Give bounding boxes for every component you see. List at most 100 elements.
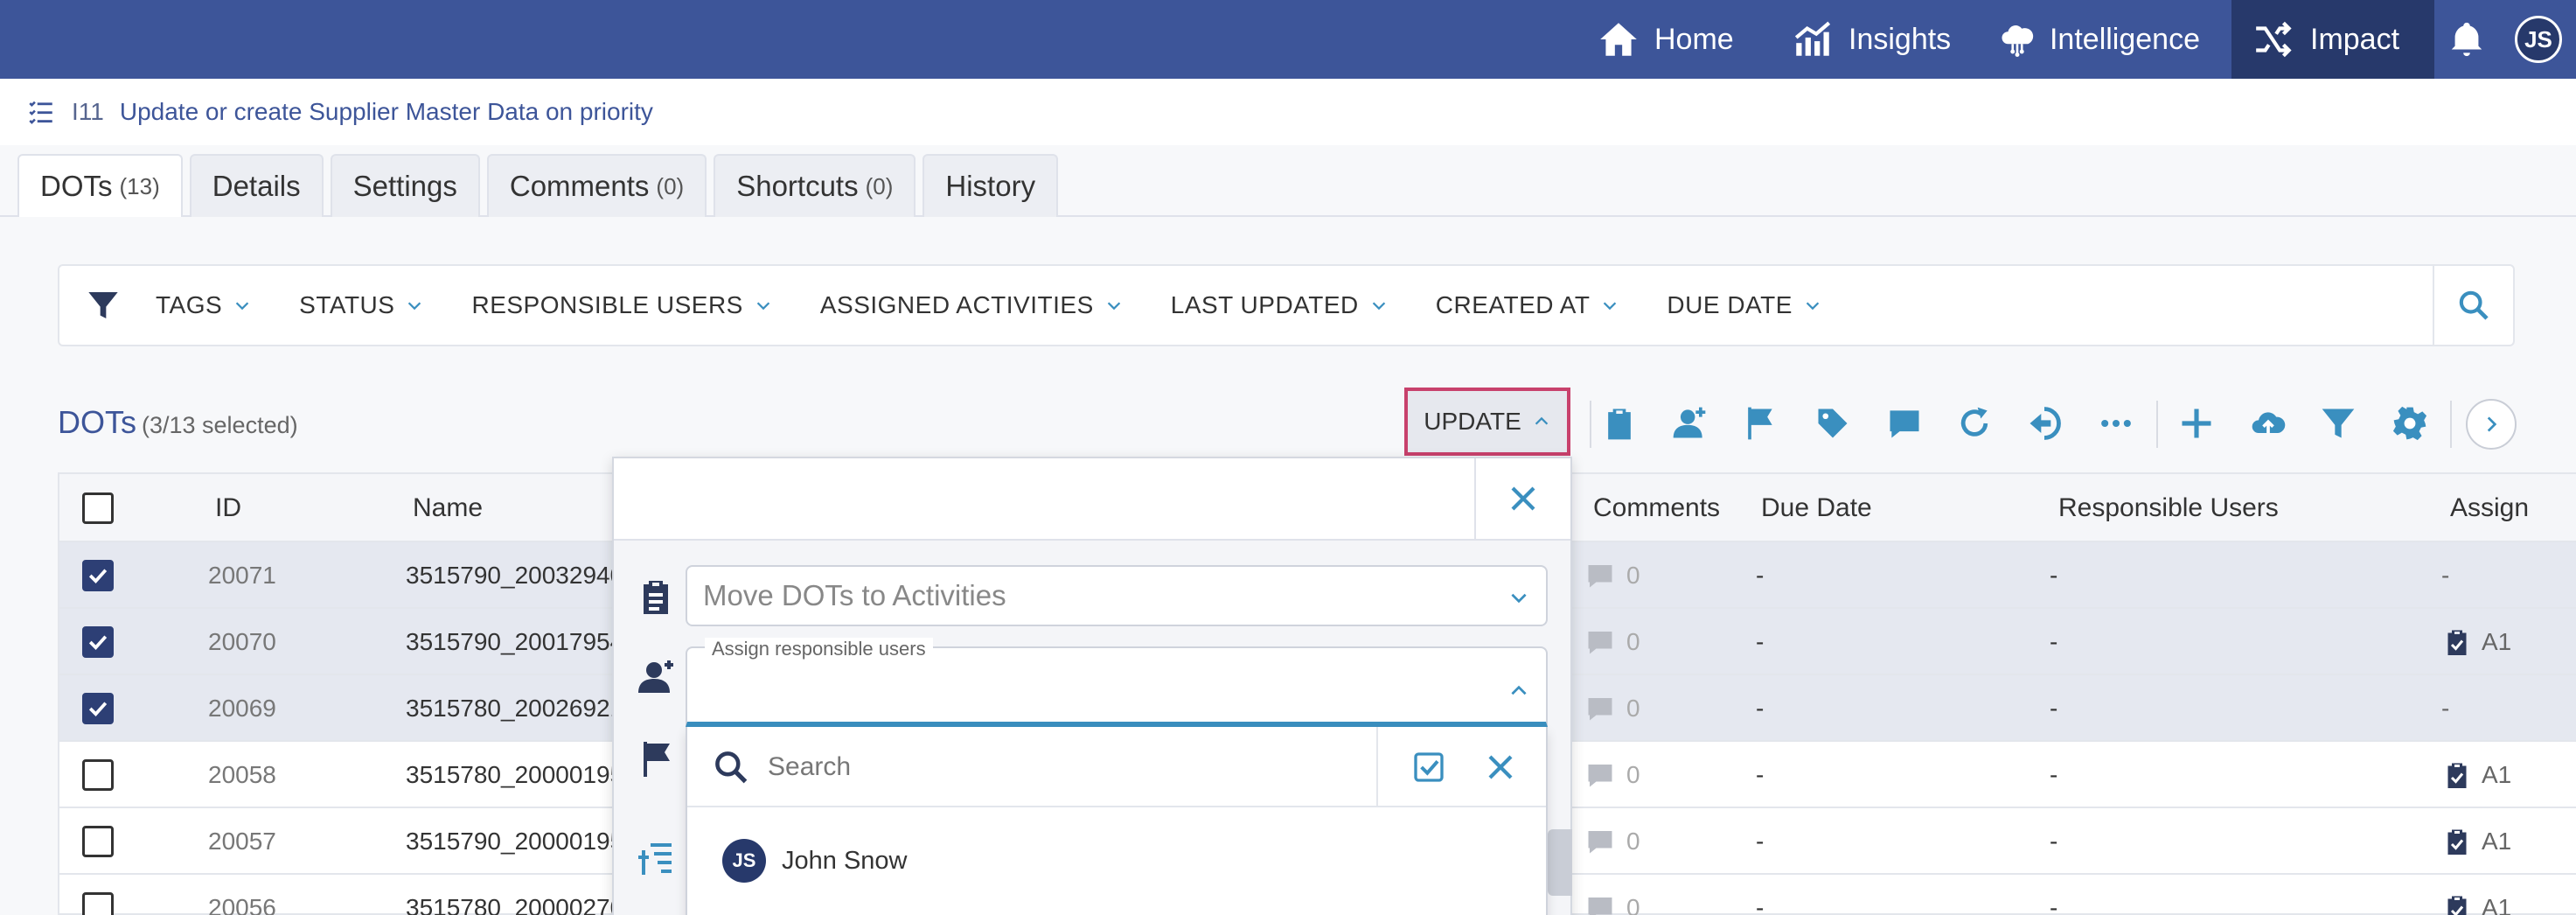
toolbar-next-button[interactable] [2466, 399, 2517, 450]
check-icon [88, 569, 108, 583]
comment-icon [1588, 698, 1612, 721]
cell-comments: 0 [1584, 808, 1640, 875]
row-checkbox[interactable] [82, 892, 114, 915]
search-icon [2459, 290, 2489, 320]
popup-action-button[interactable] [1548, 829, 1572, 896]
plus-icon[interactable] [2177, 404, 2216, 443]
cell-comments: 0 [1584, 742, 1640, 808]
chevron-right-icon [2487, 416, 2497, 432]
popup-close-button[interactable] [1474, 458, 1570, 539]
close-icon [1511, 486, 1535, 511]
col-assigned[interactable]: Assign [2450, 474, 2529, 542]
users-icon [638, 660, 673, 693]
nav-impact-label: Impact [2310, 22, 2400, 56]
tab-details[interactable]: Details [189, 154, 324, 217]
refresh-icon[interactable] [1955, 404, 1994, 443]
cell-assigned: A1 [2441, 875, 2511, 915]
filter-assigned-activities[interactable]: ASSIGNED ACTIVITIES [820, 291, 1124, 319]
cell-assigned: A1 [2441, 742, 2511, 808]
chevron-down-icon [756, 302, 770, 311]
dots-title: DOTs (3/13 selected) [58, 404, 298, 440]
row-checkbox[interactable] [82, 560, 114, 591]
tab-dots[interactable]: DOTs (13) [17, 154, 183, 217]
clipboard-icon[interactable] [1600, 404, 1639, 443]
nav-home[interactable]: Home [1597, 0, 1763, 79]
clear-icon[interactable] [1485, 751, 1516, 783]
cell-name: 3515790_20032940 [406, 562, 624, 589]
nav-insights-label: Insights [1848, 22, 1952, 56]
move-to-activities-select[interactable]: Move DOTs to Activities [686, 565, 1548, 626]
top-nav: Home Insights Intelligence Impact JS [0, 0, 2576, 79]
tag-icon[interactable] [1814, 404, 1852, 443]
check-icon [88, 702, 108, 716]
comment-icon [1588, 831, 1612, 854]
update-button[interactable]: UPDATE [1404, 388, 1570, 456]
flag-icon[interactable] [1740, 404, 1779, 443]
col-name[interactable]: Name [413, 474, 483, 542]
nav-intelligence[interactable]: Intelligence [1999, 0, 2200, 79]
chevron-down-icon [1372, 302, 1385, 311]
export-icon[interactable] [2025, 404, 2064, 443]
tab-bar: DOTs (13) Details Settings Comments (0) Sh… [17, 154, 1065, 217]
col-id[interactable]: ID [215, 474, 241, 542]
cell-responsible: - [2050, 894, 2058, 915]
filter-tags[interactable]: TAGS [156, 291, 252, 319]
clipboard-check-icon [2447, 896, 2467, 915]
assign-user-icon[interactable] [1670, 404, 1709, 443]
cell-comments: 0 [1584, 875, 1640, 915]
breadcrumb-title: Update or create Supplier Master Data on… [119, 98, 653, 125]
col-due-date[interactable]: Due Date [1761, 474, 1872, 542]
clipboard-check-icon [2447, 829, 2467, 855]
cell-due-date: - [1756, 628, 1765, 655]
filter-status[interactable]: STATUS [299, 291, 424, 319]
tab-comments[interactable]: Comments (0) [486, 154, 707, 217]
tab-history[interactable]: History [922, 154, 1059, 217]
cell-name: 3515790_20017954 [406, 628, 624, 655]
filter-search-button[interactable] [2433, 266, 2513, 345]
cell-name: 3515790_20000195 [406, 828, 624, 855]
nav-insights[interactable]: Insights [1791, 0, 1957, 79]
row-checkbox[interactable] [82, 759, 114, 791]
col-responsible-users[interactable]: Responsible Users [2058, 474, 2279, 542]
app-root: Home Insights Intelligence Impact JS I11… [0, 0, 2576, 915]
toolbar-separator [2156, 401, 2158, 448]
cell-comments: 0 [1584, 675, 1640, 742]
more-icon[interactable] [2097, 404, 2135, 443]
select-all-icon[interactable] [1411, 750, 1446, 785]
user-avatar[interactable]: JS [2515, 16, 2562, 63]
row-checkbox[interactable] [82, 826, 114, 857]
filter-responsible-users[interactable]: RESPONSIBLE USERS [471, 291, 772, 319]
cell-id: 20069 [208, 695, 276, 722]
gear-icon[interactable] [2391, 404, 2429, 443]
toolbar-separator [1590, 401, 1591, 448]
breadcrumb-code: I11 [72, 98, 104, 125]
cloud-brain-icon [2002, 25, 2034, 57]
filter-created-at[interactable]: CREATED AT [1436, 291, 1620, 319]
filter-icon[interactable] [2319, 404, 2357, 443]
selection-count: (3/13 selected) [142, 412, 298, 438]
nav-impact[interactable]: Impact [2231, 0, 2434, 79]
comment-icon [1588, 565, 1612, 588]
chevron-up-icon [1535, 416, 1548, 425]
row-checkbox[interactable] [82, 693, 114, 724]
row-checkbox[interactable] [82, 626, 114, 658]
filter-last-updated[interactable]: LAST UPDATED [1171, 291, 1389, 319]
bell-icon[interactable] [2447, 19, 2487, 59]
tab-shortcuts[interactable]: Shortcuts (0) [714, 154, 916, 217]
select-all-checkbox[interactable] [82, 492, 114, 524]
tab-settings[interactable]: Settings [330, 154, 480, 217]
cell-responsible: - [2050, 828, 2058, 855]
col-comments[interactable]: Comments [1593, 474, 1720, 542]
cell-responsible: - [2050, 562, 2058, 589]
filter-due-date[interactable]: DUE DATE [1667, 291, 1822, 319]
user-option[interactable]: JS John Snow [687, 807, 1546, 914]
assign-users-field[interactable]: Assign responsible users [686, 638, 1548, 727]
users-search-input[interactable]: Search [768, 727, 851, 807]
comment-icon[interactable] [1885, 404, 1924, 443]
chevron-down-icon [1604, 302, 1617, 311]
comment-icon [1588, 765, 1612, 787]
cell-due-date: - [1756, 695, 1765, 722]
flag-icon [644, 742, 670, 777]
home-icon [1600, 23, 1637, 56]
cloud-upload-icon[interactable] [2249, 404, 2287, 443]
